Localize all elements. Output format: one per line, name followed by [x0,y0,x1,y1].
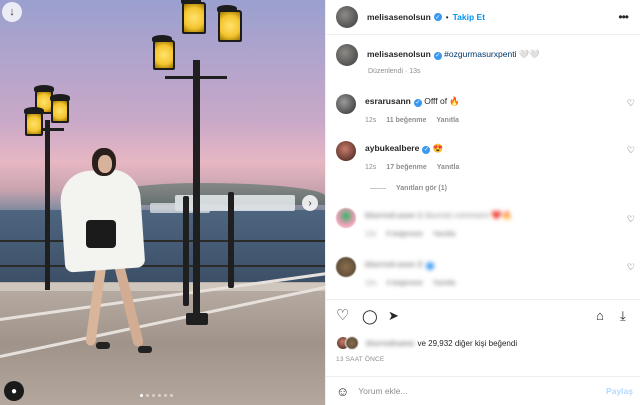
photo-person-shoe [138,346,152,353]
header-separator: • [445,12,449,22]
photo-lamp-post [45,120,50,290]
likes-count-text[interactable]: ve 29,932 diğer kişi beğendi [417,339,517,348]
post-comment-button[interactable]: Paylaş [606,386,633,396]
caption-hashtag[interactable]: #ozgurmasurxpenti [444,49,516,59]
verified-badge-icon: ✓ [425,261,434,270]
carousel-dot [158,394,161,397]
replies-dash [370,188,386,189]
commenter-avatar[interactable] [336,257,356,277]
comment-item: esrarusann ✓ Offf of 🔥 12s 11 beğenme Yanıt… [336,94,460,124]
view-replies-label: Yanıtları gör (1) [396,185,447,192]
comment-item: blurred-user-2 ✓ 12s 4 beğenme Yanıtla [336,257,455,287]
photo-lamp [24,107,44,136]
photo-lamp-post [193,60,200,322]
caption-text: melisasenolsun ✓ #ozgurmasurxpenti 🤍🤍 [367,48,540,66]
comment-time[interactable]: 12s [365,164,376,171]
comment-username[interactable]: blurred-user-1 [365,210,423,220]
comment-text: Offf of 🔥 [424,96,461,106]
photo-lamp [152,35,175,70]
reply-button[interactable]: Yanıtla [433,280,456,287]
carousel-dot [170,394,173,397]
reply-button[interactable]: Yanıtla [433,231,456,238]
comment-text: 😍 [432,143,444,153]
comment-username[interactable]: blurred-user-2 [365,259,423,269]
like-comment-heart-icon[interactable]: ♡ [627,98,635,109]
comment-text: blurred comment ❤️🔥 [425,210,513,220]
like-heart-icon[interactable]: ♡ [336,308,349,324]
verified-badge-icon: ✓ [433,13,442,21]
carousel-dot [146,394,149,397]
comment-username[interactable]: esrarusann [365,96,411,106]
emoji-icon[interactable]: ☺ [336,384,349,399]
comment-username[interactable]: aybukealbere [365,143,419,153]
photo-person-shorts [86,220,116,248]
download-icon[interactable]: ↓ [2,2,22,22]
carousel-dot [140,394,143,397]
follow-button[interactable]: Takip Et [453,12,485,22]
comment-time[interactable]: 12s [365,117,376,124]
photo-lamp [50,94,70,123]
photo-lamp [217,5,242,42]
comment-item: aybukealbere ✓ 😍 12s 17 beğenme Yanıtla [336,141,459,171]
verified-badge-icon: ✓ [413,98,422,107]
tagged-user-icon[interactable]: ● [4,381,24,401]
share-paper-plane-icon[interactable]: ➤ [388,308,399,324]
post-header: melisasenolsun ✓ • Takip Et ••• [326,0,640,35]
photo-boat [150,203,210,213]
comment-bubble-icon[interactable]: ◯ [362,308,378,324]
carousel-dot [152,394,155,397]
post-photo[interactable]: ↓ › ● [0,0,325,405]
like-comment-heart-icon[interactable]: ♡ [627,262,635,273]
like-comment-heart-icon[interactable]: ♡ [627,145,635,156]
comment-likes[interactable]: 11 beğenme [386,117,426,124]
comment-time[interactable]: 12s [365,231,376,238]
author-avatar[interactable] [336,6,358,28]
comment-likes[interactable]: 4 beğenme [386,280,423,287]
commenter-avatar[interactable] [336,141,356,161]
comments-section[interactable]: melisasenolsun ✓ #ozgurmasurxpenti 🤍🤍 Düz… [326,36,640,298]
carousel-dot [164,394,167,397]
reply-button[interactable]: Yanıtla [437,164,460,171]
comment-likes[interactable]: 5 beğenme [386,231,423,238]
comment-input[interactable] [358,386,589,396]
comment-item: blurred-user-1 blurred comment ❤️🔥 12s 5 … [336,208,512,238]
more-options-icon[interactable]: ••• [618,10,629,24]
verified-badge-icon: ✓ [433,52,442,60]
post-actions: ♡ ◯ ➤ ⌂ ⤓ [326,299,640,339]
photo-bollard [183,196,189,306]
caption-edited-time: Düzenlendi · 13s [368,68,421,75]
view-replies-button[interactable]: Yanıtları gör (1) [370,185,447,192]
liker-avatar [345,336,359,350]
add-comment-bar: ☺ Paylaş [326,376,640,405]
post-caption: melisasenolsun ✓ #ozgurmasurxpenti 🤍🤍 [336,44,540,66]
commenter-avatar[interactable] [336,208,356,228]
comment-likes[interactable]: 17 beğenme [386,164,426,171]
caption-emojis: 🤍🤍 [518,49,540,59]
photo-lamp-arm [165,76,227,79]
photo-person-shoe [96,342,110,349]
author-avatar[interactable] [336,44,358,66]
likes-summary[interactable]: blurredname ve 29,932 diğer kişi beğendi [336,336,517,350]
post-time[interactable]: 13 SAAT ÖNCE [336,356,384,363]
post-sidebar: melisasenolsun ✓ • Takip Et ••• melisase… [325,0,640,405]
comment-time[interactable]: 12s [365,280,376,287]
carousel-dots [140,394,173,397]
photo-lamp [181,0,206,34]
download-icon[interactable]: ⤓ [620,308,626,324]
instagram-post: ↓ › ● melisasenolsun ✓ • Takip Et ••• me… [0,0,640,405]
liker-avatars [336,336,359,350]
next-photo-chevron-icon[interactable]: › [302,195,318,211]
liker-name[interactable]: blurredname [366,339,414,348]
commenter-avatar[interactable] [336,94,356,114]
author-username[interactable]: melisasenolsun [367,12,431,22]
caption-username[interactable]: melisasenolsun [367,49,431,59]
photo-person-face [98,155,112,173]
bookmark-icon[interactable]: ⌂ [596,308,604,324]
verified-badge-icon: ✓ [422,145,431,154]
photo-bollard [228,192,234,288]
like-comment-heart-icon[interactable]: ♡ [627,214,635,225]
photo-lamp-base [186,313,208,325]
reply-button[interactable]: Yanıtla [436,117,459,124]
